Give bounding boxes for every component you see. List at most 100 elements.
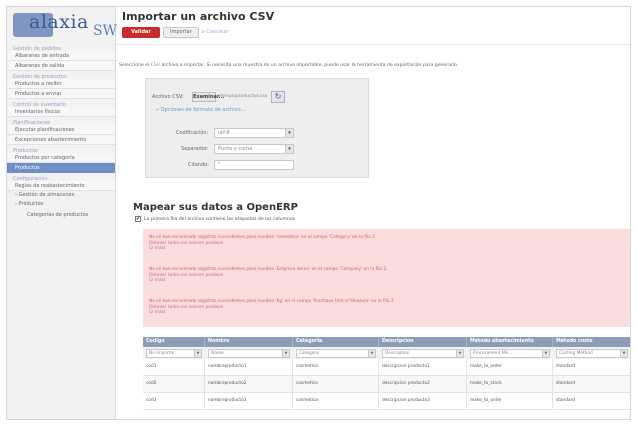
sidebar: alaxia SW Gestión de pedidos Albaranes d…	[7, 7, 117, 419]
action-bar: Validar Importar o Cancelar	[122, 26, 228, 38]
main-content: Importar un archivo CSV Validar Importar…	[117, 7, 630, 419]
sidebar-item-product-categories[interactable]: Categorías de productos	[7, 209, 115, 221]
table-cell: cod3	[143, 393, 205, 409]
app-window: alaxia SW Gestión de pedidos Albaranes d…	[6, 6, 631, 420]
sidebar-item-incoming[interactable]: Albaranes de entrada	[7, 51, 115, 61]
chevron-down-icon: ▼	[282, 350, 289, 357]
chevron-down-icon: ▼	[456, 350, 463, 357]
quote-input[interactable]: "	[214, 160, 294, 170]
table-cell: standard	[556, 398, 576, 403]
first-row-checkbox[interactable]: ✔	[135, 216, 141, 222]
error-message: No se han encontrado registros coinciden…	[149, 267, 388, 284]
logo-suffix: SW	[93, 23, 117, 39]
column-header: Nombre	[205, 337, 293, 347]
cancel-area: o Cancelar	[201, 29, 229, 35]
sidebar-item-to-send[interactable]: Productos a enviar	[7, 89, 115, 99]
error-message: No se han encontrado registros coinciden…	[149, 299, 395, 316]
validate-button[interactable]: Validar	[122, 26, 160, 38]
table-cell: standard	[556, 381, 576, 386]
refresh-icon: ↻	[274, 92, 282, 101]
column-header: Codigo	[143, 337, 205, 347]
import-button[interactable]: Importar	[163, 26, 199, 38]
more-link[interactable]: (2 más)	[149, 278, 387, 284]
table-cell: standard	[556, 364, 576, 369]
first-row-headers-option[interactable]: ✔ La primera fila del archivo contiene l…	[135, 216, 295, 222]
mapping-table: Codigo Nombre Categoria Descripcion Méto…	[143, 337, 630, 419]
table-cell: cosmetica	[293, 393, 379, 409]
page-title: Importar un archivo CSV	[122, 10, 275, 23]
sidebar-tree-warehouses[interactable]: › Gestión de almacenes	[7, 191, 115, 200]
more-link[interactable]: (2 más)	[149, 246, 376, 252]
table-header: Codigo Nombre Categoria Descripcion Méto…	[143, 337, 630, 347]
sidebar-tree-products[interactable]: › Productos	[7, 200, 115, 209]
table-cell: descripcion producto3	[379, 393, 467, 409]
file-name: ejemploproductos.csv	[218, 94, 268, 99]
field-select[interactable]: Category ▼	[296, 349, 376, 358]
table-cell: make_to_order	[467, 359, 553, 375]
file-label: Archivo CSV:	[152, 94, 184, 100]
column-header: Descripcion	[379, 337, 467, 347]
logo-text: alaxia	[29, 11, 89, 33]
field-select[interactable]: Costing Method ▼	[556, 349, 628, 358]
chevron-down-icon: ▼	[368, 350, 375, 357]
sidebar-item-run-planning[interactable]: Ejecutar planificaciones	[7, 125, 115, 135]
table-cell: nombreproducto1	[205, 359, 293, 375]
sidebar-item-to-receive[interactable]: Productos a recibir	[7, 79, 115, 89]
format-options-toggle[interactable]: » Opciones de formato de archivo…	[156, 107, 246, 113]
table-row: cod2 nombreproducto2 cosmetica descripci…	[143, 376, 630, 393]
table-cell: cod1	[143, 359, 205, 375]
intro-text: Seleccione el CSV archivo a importar. Si…	[119, 63, 459, 68]
reload-file-button[interactable]: ↻	[271, 91, 285, 103]
sidebar-section-inventory: Control de inventario	[13, 102, 66, 108]
error-panel: No se han encontrado registros coinciden…	[143, 229, 630, 327]
quote-label: Citando:	[188, 162, 209, 168]
field-select[interactable]: Name ▼	[208, 349, 290, 358]
table-cell: nombreproducto3	[205, 393, 293, 409]
table-cell: descripcion producto1	[379, 359, 467, 375]
sidebar-section-config: Configuración	[13, 176, 48, 182]
column-header: Método abastecimiento	[467, 337, 553, 347]
table-cell: nombreproducto2	[205, 376, 293, 392]
divider	[117, 44, 630, 45]
chevron-down-icon: ▼	[194, 350, 201, 357]
field-mapping-row: No importar ▼ Name ▼ Category ▼ Description…	[143, 347, 630, 359]
field-select[interactable]: Procurement Me… ▼	[470, 349, 550, 358]
table-cell: make_to_stock	[467, 376, 553, 392]
table-cell: cosmetica	[293, 376, 379, 392]
table-row: cod3 nombreproducto3 cosmetica descripci…	[143, 393, 630, 410]
file-options-panel: Archivo CSV: Examinar... ejemploproducto…	[145, 78, 369, 178]
separator-label: Separador:	[181, 146, 209, 152]
table-cell: cod2	[143, 376, 205, 392]
error-message: No se han encontrado registros coinciden…	[149, 235, 377, 252]
sidebar-section-products: Productos	[13, 148, 38, 154]
mapping-title: Mapear sus datos a OpenERP	[133, 202, 298, 213]
sidebar-item-products-by-category[interactable]: Productos por categoría	[7, 153, 115, 163]
encoding-label: Codificación:	[176, 130, 209, 136]
chevron-down-icon: ▼	[285, 129, 293, 137]
sidebar-item-reorder-rules[interactable]: Reglas de reabastecimiento	[7, 181, 115, 191]
chevron-down-icon: ▼	[285, 145, 293, 153]
sidebar-section-orders: Gestión de pedidos	[13, 46, 62, 52]
chevron-down-icon: ▼	[620, 350, 627, 357]
browse-button[interactable]: Examinar...	[192, 92, 224, 102]
field-select[interactable]: Description ▼	[382, 349, 464, 358]
sidebar-section-planning: Planificaciones	[13, 120, 51, 126]
cancel-link[interactable]: Cancelar	[206, 29, 228, 35]
field-select[interactable]: No importar ▼	[146, 349, 202, 358]
separator-select[interactable]: Punto y coma ▼	[214, 144, 294, 154]
table-cell: cosmetica	[293, 359, 379, 375]
encoding-select[interactable]: utf-8 ▼	[214, 128, 294, 138]
more-link[interactable]: (2 más)	[149, 310, 395, 316]
sidebar-item-outgoing[interactable]: Albaranes de salida	[7, 61, 115, 71]
sidebar-item-exceptions[interactable]: Excepciones abastecimiento	[7, 135, 115, 145]
column-header: Método coste	[556, 339, 593, 344]
column-header: Categoria	[293, 337, 379, 347]
table-cell: make_to_order	[467, 393, 553, 409]
sidebar-section-products-mgmt: Gestión de productos	[13, 74, 67, 80]
csv-link[interactable]: CSV	[151, 63, 160, 68]
table-cell: descripcion producto2	[379, 376, 467, 392]
chevron-down-icon: ▼	[542, 350, 549, 357]
table-row: cod1 nombreproducto1 cosmetica descripci…	[143, 359, 630, 376]
sidebar-item-products[interactable]: Productos	[7, 163, 115, 173]
logo: alaxia SW	[7, 7, 117, 43]
